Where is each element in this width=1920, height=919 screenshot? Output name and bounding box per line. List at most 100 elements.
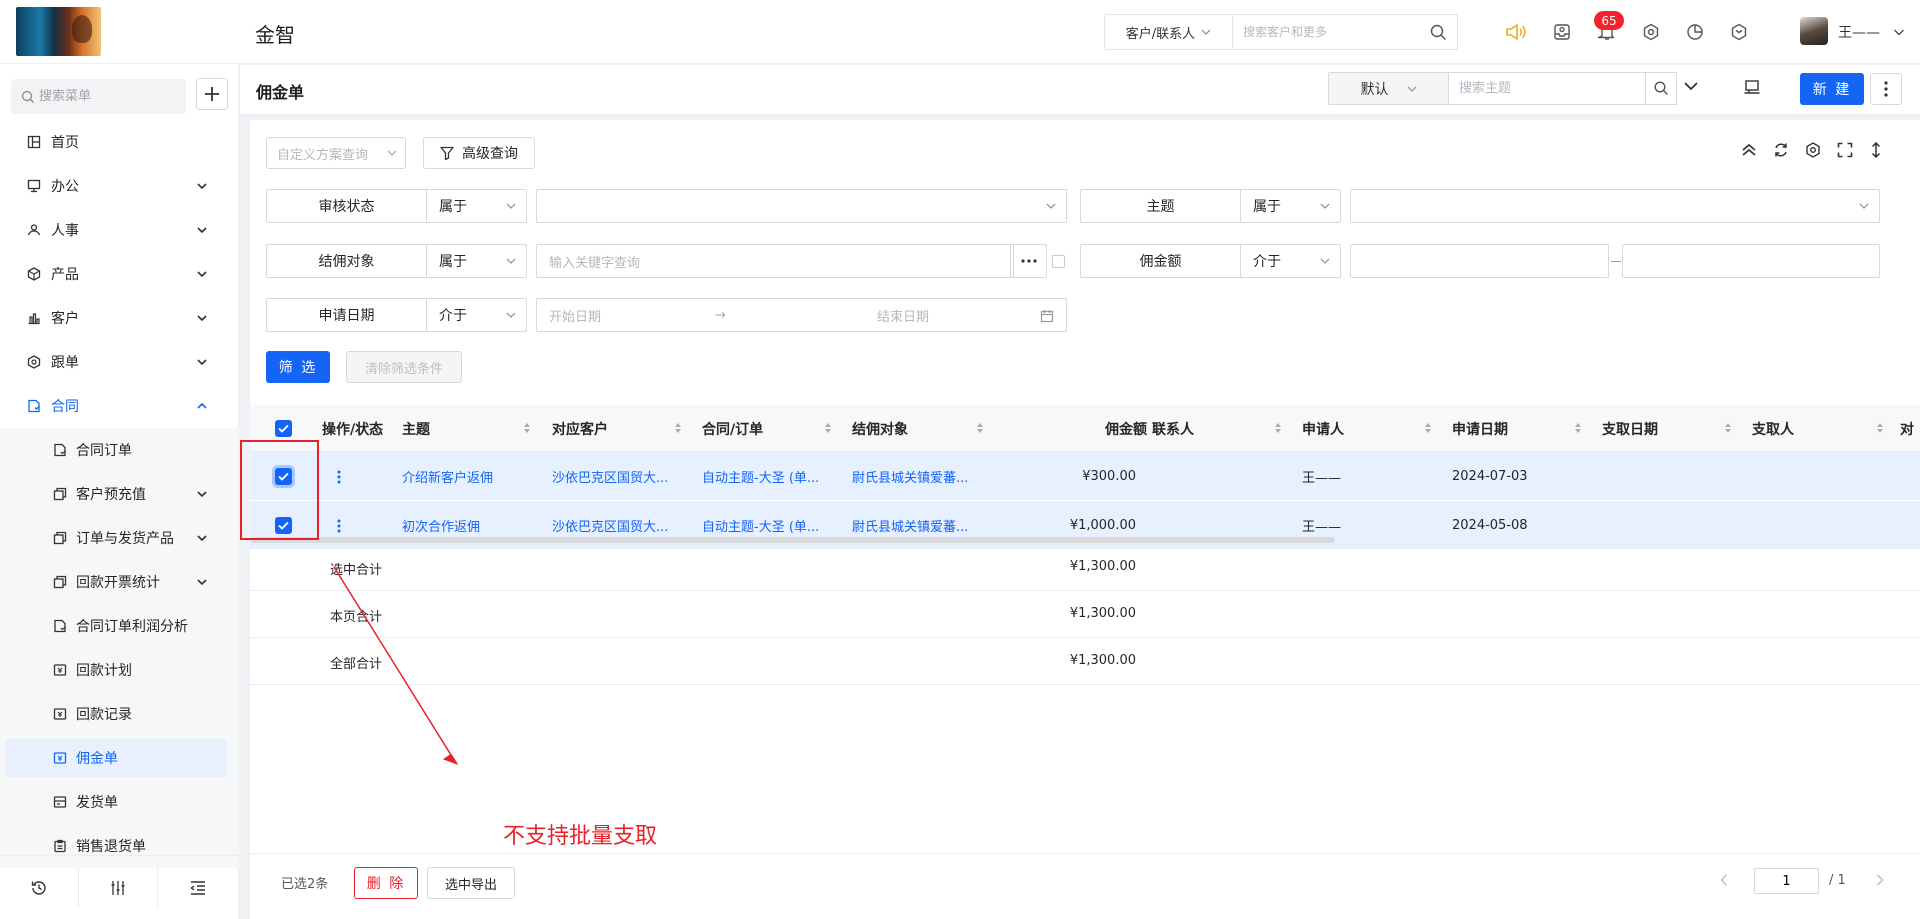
row-height-icon[interactable] [1870, 142, 1882, 158]
table-row[interactable]: 介绍新客户返佣 沙依巴克区国贸大... 自动主题-大圣 (单... 尉氏县城关镇… [250, 452, 1920, 501]
filter-operator-select[interactable]: 属于 [1241, 189, 1341, 223]
chevron-right-icon[interactable] [1876, 874, 1884, 886]
clear-filter-button[interactable]: 清除筛选条件 [346, 351, 462, 383]
speaker-icon[interactable] [1504, 20, 1528, 44]
fullscreen-icon[interactable] [1837, 142, 1853, 158]
filter-operator-select[interactable]: 介于 [427, 298, 527, 332]
sidebar-item-hr[interactable]: 人事 [0, 208, 239, 252]
filter-value-select[interactable] [536, 189, 1067, 223]
column-header-withdrawer[interactable]: 支取人 [1752, 405, 1883, 452]
sidebar-subitem-payment-record[interactable]: 回款记录 [0, 692, 239, 736]
user-name[interactable]: 王—— [1838, 22, 1880, 42]
date-range-picker[interactable]: 开始日期 → 结束日期 [536, 298, 1067, 332]
filter-operator-select[interactable]: 属于 [427, 189, 527, 223]
column-header-target[interactable]: 结佣对象 [852, 405, 983, 452]
avatar[interactable] [1800, 17, 1828, 45]
column-header-apply-date[interactable]: 申请日期 [1452, 405, 1581, 452]
chevron-down-icon[interactable] [1683, 78, 1699, 94]
chevron-down-icon [506, 258, 516, 264]
column-header-applicant[interactable]: 申请人 [1302, 405, 1431, 452]
money-icon [53, 751, 67, 765]
sidebar-item-customer[interactable]: 客户 [0, 296, 239, 340]
sidebar-subitem-profit-analysis[interactable]: 合同订单利润分析 [0, 604, 239, 648]
column-header-customer[interactable]: 对应客户 [552, 405, 681, 452]
sidebar-subitem-payment-plan[interactable]: 回款计划 [0, 648, 239, 692]
view-select[interactable]: 默认 [1328, 72, 1449, 105]
column-header-contract[interactable]: 合同/订单 [702, 405, 831, 452]
settings-icon[interactable] [1805, 142, 1821, 158]
print-icon[interactable] [1743, 78, 1761, 96]
sliders-icon[interactable] [79, 867, 158, 908]
filter-value-select[interactable] [1350, 189, 1880, 223]
export-selected-button[interactable]: 选中导出 [427, 867, 515, 899]
cell-customer[interactable]: 沙依巴克区国贸大... [552, 452, 668, 501]
filter-operator-select[interactable]: 属于 [427, 244, 527, 278]
money-icon [53, 707, 67, 721]
select-all-checkbox[interactable] [275, 420, 292, 437]
advanced-query-label: 高级查询 [462, 146, 518, 162]
sidebar-item-contract[interactable]: 合同 [0, 384, 239, 428]
history-icon[interactable] [0, 867, 79, 908]
cell-target[interactable]: 尉氏县城关镇爱蕃... [852, 452, 968, 501]
clipboard-icon [53, 839, 67, 853]
chevron-down-icon[interactable] [1893, 26, 1905, 38]
custom-query-placeholder: 自定义方案查询 [277, 147, 369, 163]
column-header-withdraw-date[interactable]: 支取日期 [1602, 405, 1731, 452]
menu-search-input[interactable] [39, 89, 179, 104]
gear-icon[interactable] [1639, 20, 1663, 44]
new-button[interactable]: 新 建 [1800, 73, 1864, 105]
search-icon[interactable] [1419, 15, 1457, 49]
sidebar-subitem-delivery[interactable]: 发货单 [0, 780, 239, 824]
refresh-icon[interactable] [1773, 142, 1789, 158]
inbox-icon[interactable] [1550, 20, 1574, 44]
table-header: 操作/状态 主题 对应客户 合同/订单 结佣对象 佣金额 联系人 申请人 申请日… [250, 405, 1920, 452]
sidebar-subitem-order-shipping[interactable]: 订单与发货产品 [0, 516, 239, 560]
collapse-up-icon[interactable] [1741, 142, 1757, 158]
search-scope-select[interactable]: 客户/联系人 [1105, 15, 1233, 49]
subject-search-input[interactable] [1449, 72, 1646, 105]
chart-pie-icon[interactable] [1683, 20, 1707, 44]
column-header-subject[interactable]: 主题 [402, 405, 530, 452]
sidebar-item-home[interactable]: 首页 [0, 120, 239, 164]
advanced-query-button[interactable]: 高级查询 [423, 137, 535, 169]
column-header-contact[interactable]: 联系人 [1152, 405, 1281, 452]
row-actions-icon[interactable] [337, 452, 341, 501]
page-number-input[interactable] [1754, 868, 1819, 894]
chevron-left-icon[interactable] [1720, 874, 1728, 886]
global-search-input[interactable] [1233, 15, 1419, 49]
cell-subject[interactable]: 介绍新客户返佣 [402, 452, 493, 501]
horizontal-scrollbar[interactable] [250, 537, 1335, 543]
sidebar-subitem-prepay[interactable]: 客户预充值 [0, 472, 239, 516]
chevron-down-icon [1320, 258, 1330, 264]
sidebar-item-office[interactable]: 办公 [0, 164, 239, 208]
collapse-menu-icon[interactable] [158, 868, 237, 908]
keyword-input[interactable]: 输入关键字查询 [536, 244, 1014, 278]
company-logo[interactable] [16, 7, 101, 56]
cube-icon[interactable] [1727, 20, 1751, 44]
column-label: 申请日期 [1452, 421, 1508, 438]
sidebar-menu: 首页 办公 人事 产品 客户 跟单 合同 合同订单 客户预充值 订单与发货产品 … [0, 120, 239, 868]
cell-contract[interactable]: 自动主题-大圣 (单... [702, 452, 819, 501]
filter-checkbox[interactable] [1052, 255, 1065, 268]
amount-max-input[interactable] [1622, 244, 1880, 278]
sidebar-subitem-contract-order[interactable]: 合同订单 [0, 428, 239, 472]
more-vertical-icon[interactable] [1870, 73, 1902, 105]
search-icon[interactable] [1645, 72, 1677, 105]
filter-button[interactable]: 筛 选 [266, 351, 330, 383]
add-menu-button[interactable] [196, 78, 228, 110]
sidebar-item-label: 客户 [51, 311, 79, 327]
sidebar-subitem-commission[interactable]: 佣金单 [0, 736, 239, 780]
sidebar-item-follow[interactable]: 跟单 [0, 340, 239, 384]
filter-operator-select[interactable]: 介于 [1241, 244, 1341, 278]
amount-min-input[interactable] [1350, 244, 1609, 278]
view-select-label: 默认 [1360, 81, 1389, 98]
sidebar-subitem-label: 回款记录 [76, 707, 132, 723]
ellipsis-picker-button[interactable] [1010, 244, 1047, 278]
sidebar-item-product[interactable]: 产品 [0, 252, 239, 296]
column-header-amount[interactable]: 佣金额 [1077, 405, 1158, 452]
custom-query-select[interactable]: 自定义方案查询 [266, 137, 406, 169]
chevron-down-icon [197, 270, 207, 278]
keyword-input-placeholder: 输入关键字查询 [549, 255, 641, 271]
sidebar-subitem-payment-invoice[interactable]: 回款开票统计 [0, 560, 239, 604]
delete-button[interactable]: 删 除 [354, 867, 418, 899]
